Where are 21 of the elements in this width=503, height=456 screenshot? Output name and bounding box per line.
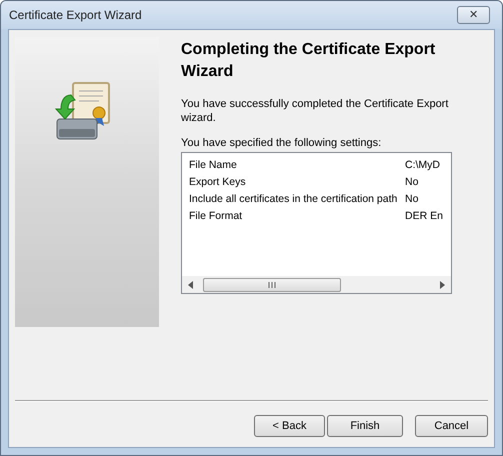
right-arrow-icon[interactable] — [440, 280, 445, 288]
grip-icon — [268, 282, 276, 288]
wizard-heading: Completing the Certificate Export Wizard — [181, 40, 436, 82]
setting-name: File Format — [189, 208, 244, 224]
setting-name: Export Keys — [189, 174, 247, 190]
setting-value: No — [405, 174, 418, 190]
scrollbar-thumb[interactable] — [203, 278, 341, 292]
horizontal-scrollbar[interactable] — [182, 276, 451, 293]
back-button[interactable]: < Back — [254, 415, 325, 437]
left-arrow-icon[interactable] — [188, 280, 193, 288]
close-button[interactable]: ✕ — [457, 6, 490, 24]
setting-value: C:\MyD — [405, 158, 440, 173]
setting-value: No — [405, 192, 418, 207]
cancel-button[interactable]: Cancel — [415, 415, 488, 437]
setting-value: DER En — [405, 208, 443, 224]
setting-name: Include all certificates in the certification path — [189, 192, 398, 207]
completion-text: You have successfully completed the Certificate Export wizard. — [181, 97, 450, 125]
settings-label: You have specified the following settings: — [181, 136, 382, 150]
finish-button[interactable]: Finish — [327, 415, 403, 437]
window-title: Certificate Export Wizard — [9, 7, 142, 24]
setting-name: File Name — [189, 158, 238, 173]
